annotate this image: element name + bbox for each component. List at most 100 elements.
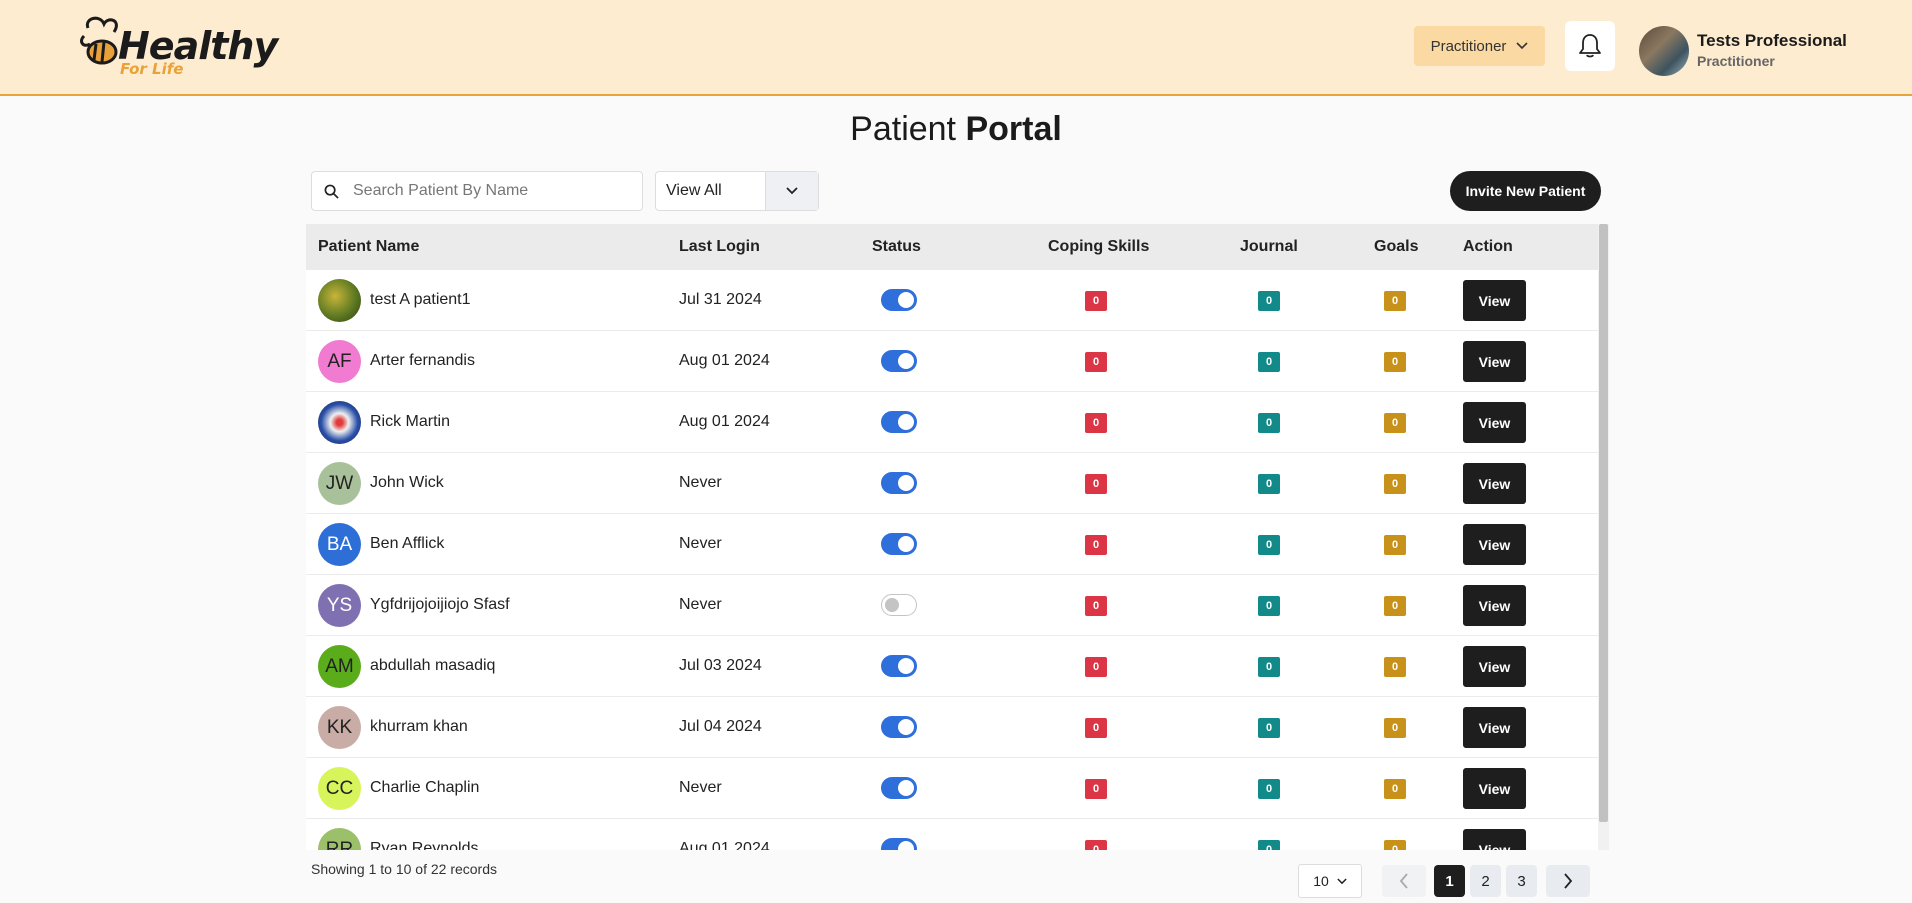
patient-name: khurram khan	[370, 718, 468, 735]
status-toggle[interactable]	[881, 411, 917, 433]
column-header-action: Action	[1463, 238, 1513, 255]
role-selector[interactable]: Practitioner	[1414, 26, 1545, 66]
goals-badge: 0	[1384, 352, 1406, 372]
patient-avatar	[318, 401, 361, 444]
journal-badge: 0	[1258, 413, 1280, 433]
patients-table: Patient Name Last Login Status Coping Sk…	[306, 224, 1601, 850]
view-patient-button[interactable]: View	[1463, 402, 1526, 443]
column-header-coping-skills: Coping Skills	[1048, 238, 1150, 255]
goals-badge: 0	[1384, 535, 1406, 555]
chevron-left-icon	[1399, 873, 1408, 889]
coping-skills-badge: 0	[1085, 535, 1107, 555]
coping-skills-badge: 0	[1085, 718, 1107, 738]
app-logo[interactable]: Healthy For Life	[78, 14, 278, 78]
journal-badge: 0	[1258, 840, 1280, 850]
view-patient-button[interactable]: View	[1463, 463, 1526, 504]
page-title: Patient Portal	[0, 110, 1912, 149]
patient-avatar: BA	[318, 523, 361, 566]
patient-name: Charlie Chaplin	[370, 779, 480, 796]
view-patient-button[interactable]: View	[1463, 829, 1526, 850]
status-toggle[interactable]	[881, 472, 917, 494]
coping-skills-badge: 0	[1085, 474, 1107, 494]
last-login: Jul 31 2024	[679, 291, 762, 308]
top-bar: Healthy For Life Practitioner Tests Prof…	[0, 0, 1912, 96]
coping-skills-badge: 0	[1085, 779, 1107, 799]
last-login: Never	[679, 596, 722, 613]
page-title-light: Patient	[850, 110, 966, 148]
last-login: Aug 01 2024	[679, 413, 770, 430]
table-row: Rick Martin Aug 01 2024 0 0 0 View	[306, 392, 1601, 453]
status-toggle[interactable]	[881, 289, 917, 311]
chevron-down-icon	[786, 187, 798, 195]
page-size-value: 10	[1313, 873, 1329, 889]
goals-badge: 0	[1384, 291, 1406, 311]
goals-badge: 0	[1384, 840, 1406, 850]
status-toggle[interactable]	[881, 655, 917, 677]
page-size-select[interactable]: 10	[1298, 864, 1362, 898]
last-login: Aug 01 2024	[679, 352, 770, 369]
page-2-button[interactable]: 2	[1470, 865, 1501, 897]
view-patient-button[interactable]: View	[1463, 707, 1526, 748]
column-header-journal: Journal	[1240, 238, 1298, 255]
patient-name: Ben Afflick	[370, 535, 445, 552]
status-filter-toggle[interactable]	[765, 172, 818, 210]
view-patient-button[interactable]: View	[1463, 646, 1526, 687]
patient-avatar: AF	[318, 340, 361, 383]
last-login: Aug 01 2024	[679, 840, 770, 850]
status-filter-select[interactable]: View All	[655, 171, 819, 211]
table-row: KK khurram khan Jul 04 2024 0 0 0 View	[306, 697, 1601, 758]
last-login: Never	[679, 779, 722, 796]
user-avatar[interactable]	[1639, 26, 1689, 76]
status-toggle[interactable]	[881, 594, 917, 616]
logo-subtext: For Life	[120, 60, 184, 78]
view-patient-button[interactable]: View	[1463, 524, 1526, 565]
status-toggle[interactable]	[881, 350, 917, 372]
table-row: BA Ben Afflick Never 0 0 0 View	[306, 514, 1601, 575]
view-patient-button[interactable]: View	[1463, 280, 1526, 321]
search-box	[311, 171, 643, 211]
page-1-button[interactable]: 1	[1434, 865, 1465, 897]
records-summary: Showing 1 to 10 of 22 records	[311, 861, 498, 877]
coping-skills-badge: 0	[1085, 352, 1107, 372]
view-patient-button[interactable]: View	[1463, 341, 1526, 382]
search-input[interactable]	[353, 182, 623, 200]
journal-badge: 0	[1258, 657, 1280, 677]
coping-skills-badge: 0	[1085, 657, 1107, 677]
next-page-button[interactable]	[1546, 865, 1590, 897]
journal-badge: 0	[1258, 535, 1280, 555]
table-row: AM abdullah masadiq Jul 03 2024 0 0 0 View	[306, 636, 1601, 697]
last-login: Never	[679, 474, 722, 491]
table-scrollbar-thumb[interactable]	[1599, 224, 1608, 822]
patient-name: Rick Martin	[370, 413, 451, 430]
view-patient-button[interactable]: View	[1463, 768, 1526, 809]
patient-avatar: CC	[318, 767, 361, 810]
prev-page-button[interactable]	[1382, 865, 1426, 897]
notifications-button[interactable]	[1565, 21, 1615, 71]
patient-avatar	[318, 279, 361, 322]
patient-avatar: AM	[318, 645, 361, 688]
search-icon	[324, 184, 339, 199]
page-3-button[interactable]: 3	[1506, 865, 1537, 897]
column-header-goals: Goals	[1374, 238, 1419, 255]
page-title-bold: Portal	[965, 110, 1062, 148]
invite-new-patient-button[interactable]: Invite New Patient	[1450, 171, 1601, 211]
status-toggle[interactable]	[881, 777, 917, 799]
patient-avatar: YS	[318, 584, 361, 627]
role-selector-label: Practitioner	[1430, 37, 1507, 55]
status-toggle[interactable]	[881, 716, 917, 738]
bell-icon	[1579, 34, 1601, 58]
view-patient-button[interactable]: View	[1463, 585, 1526, 626]
patient-name: Ygfdrijojoijiojo Sfasf	[370, 596, 510, 613]
status-toggle[interactable]	[881, 838, 917, 850]
coping-skills-badge: 0	[1085, 840, 1107, 850]
journal-badge: 0	[1258, 474, 1280, 494]
journal-badge: 0	[1258, 779, 1280, 799]
status-toggle[interactable]	[881, 533, 917, 555]
last-login: Jul 04 2024	[679, 718, 762, 735]
last-login: Jul 03 2024	[679, 657, 762, 674]
chevron-down-icon	[1516, 42, 1529, 50]
journal-badge: 0	[1258, 291, 1280, 311]
patient-name: Ryan Reynolds	[370, 840, 479, 850]
coping-skills-badge: 0	[1085, 596, 1107, 616]
goals-badge: 0	[1384, 596, 1406, 616]
